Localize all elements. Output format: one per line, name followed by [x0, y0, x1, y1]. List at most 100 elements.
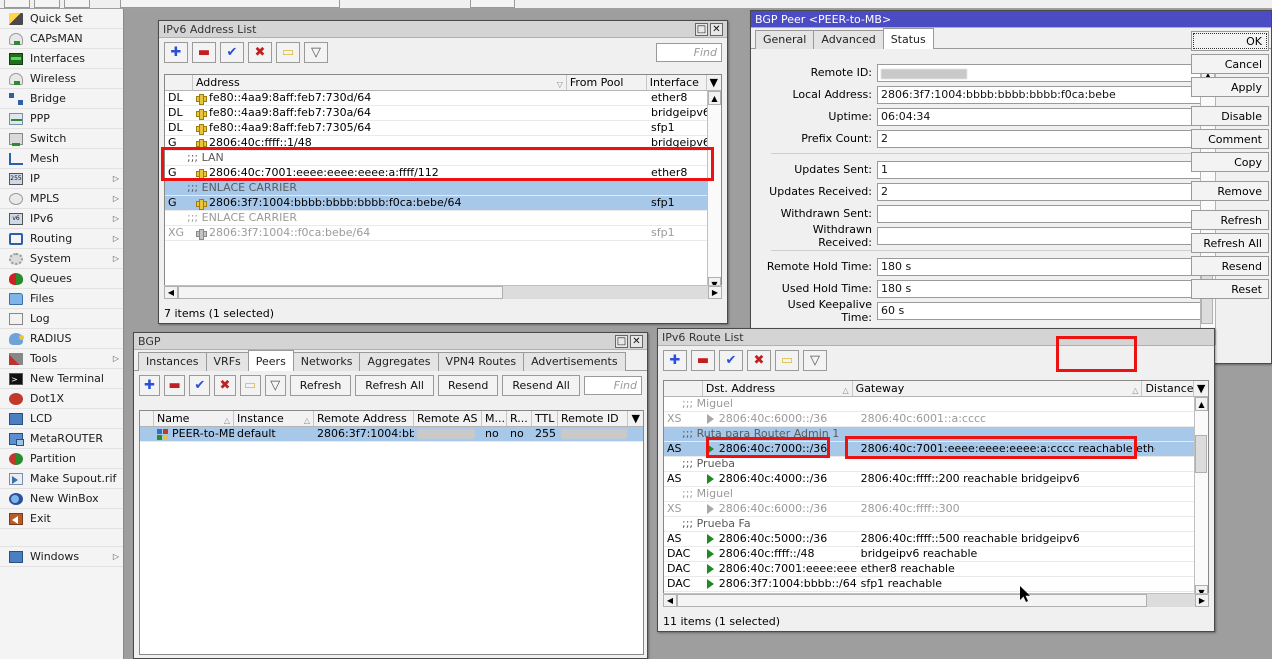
address-list-hscrollbar[interactable]: ◀ ▶: [164, 285, 722, 299]
comment-button[interactable]: ▭: [240, 375, 261, 396]
column-interface[interactable]: Interface: [647, 75, 707, 90]
toolbar-button-2[interactable]: [34, 0, 60, 8]
route-list-table[interactable]: Dst. Address △ Gateway △ Distance ▼ ;;; …: [663, 380, 1209, 600]
refresh-all-button[interactable]: Refresh All: [1191, 233, 1269, 253]
remove-button[interactable]: ▬: [164, 375, 185, 396]
sidebar-item-metarouter[interactable]: MetaROUTER: [0, 429, 123, 449]
table-row[interactable]: G2806:40c:7001:eeee:eeee:eeee:a:ffff/112…: [165, 166, 721, 181]
vscroll-track[interactable]: [1195, 411, 1208, 585]
sidebar-item-wireless[interactable]: Wireless: [0, 69, 123, 89]
refresh-all-button[interactable]: Refresh All: [355, 375, 434, 396]
table-row[interactable]: DLfe80::4aa9:8aff:feb7:7305/64sfp1: [165, 121, 721, 136]
sidebar-item-routing[interactable]: Routing▷: [0, 229, 123, 249]
sidebar-item-mpls[interactable]: MPLS▷: [0, 189, 123, 209]
bgp-window[interactable]: BGP □ ✕ InstancesVRFsPeersNetworksAggreg…: [133, 332, 648, 659]
enable-button[interactable]: ✔: [189, 375, 210, 396]
cancel-button[interactable]: Cancel: [1191, 54, 1269, 74]
table-row[interactable]: ;;; ENLACE CARRIER: [165, 181, 721, 196]
table-row[interactable]: XG2806:3f7:1004::f0ca:bebe/64sfp1: [165, 226, 721, 241]
toolbar-button-4[interactable]: [470, 0, 515, 8]
disable-button[interactable]: ✖: [747, 350, 771, 371]
table-row[interactable]: DAC2806:3f7:1004:bbbb::/64sfp1 reachable: [664, 577, 1208, 592]
column-remote-id[interactable]: Remote ID: [558, 411, 628, 426]
column-distance[interactable]: Distance: [1142, 381, 1193, 396]
disable-button[interactable]: ✖: [214, 375, 235, 396]
scroll-left-icon[interactable]: ◀: [164, 286, 178, 299]
close-icon[interactable]: ✕: [710, 23, 723, 36]
table-row[interactable]: AS2806:40c:5000::/362806:40c:ffff::500 r…: [664, 532, 1208, 547]
table-row[interactable]: ;;; Miguel: [664, 397, 1208, 412]
sidebar-item-switch[interactable]: Switch: [0, 129, 123, 149]
column-menu[interactable]: ▼: [628, 411, 643, 426]
toolbar-button-3[interactable]: [64, 0, 90, 8]
bgp-peers-table[interactable]: Name △ Instance △ Remote Address Remote …: [139, 410, 644, 655]
add-button[interactable]: ✚: [663, 350, 687, 371]
table-row[interactable]: G2806:40c:ffff::1/48bridgeipv6: [165, 136, 721, 151]
bgp-peer-window[interactable]: BGP Peer <PEER-to-MB> GeneralAdvancedSta…: [750, 10, 1272, 364]
refresh-button[interactable]: Refresh: [290, 375, 352, 396]
sidebar-item-ip[interactable]: 255IP▷: [0, 169, 123, 189]
address-list-vscrollbar[interactable]: ▲ ▼: [707, 91, 721, 291]
tab-status[interactable]: Status: [883, 28, 934, 49]
table-row[interactable]: DLfe80::4aa9:8aff:feb7:730a/64bridgeipv6: [165, 106, 721, 121]
table-row[interactable]: ;;; Miguel: [664, 487, 1208, 502]
table-row[interactable]: XS2806:40c:6000::/362806:40c:ffff::300: [664, 502, 1208, 517]
table-row[interactable]: DLfe80::4aa9:8aff:feb7:730d/64ether8: [165, 91, 721, 106]
add-button[interactable]: ✚: [139, 375, 160, 396]
table-row[interactable]: DAC2806:40c:ffff::/48bridgeipv6 reachabl…: [664, 547, 1208, 562]
tab-vrfs[interactable]: VRFs: [206, 352, 249, 371]
table-row[interactable]: AS2806:40c:7000::/362806:40c:7001:eeee:e…: [664, 442, 1208, 457]
find-input[interactable]: Find: [584, 376, 642, 395]
tab-peers[interactable]: Peers: [248, 350, 294, 371]
table-row[interactable]: ;;; Prueba: [664, 457, 1208, 472]
address-list-table[interactable]: Address ▽ From Pool Interface ▼ DLfe80::…: [164, 74, 722, 292]
maximize-icon[interactable]: □: [615, 335, 628, 348]
enable-button[interactable]: ✔: [719, 350, 743, 371]
hscroll-track[interactable]: [178, 286, 708, 299]
copy-button[interactable]: Copy: [1191, 152, 1269, 172]
scroll-right-icon[interactable]: ▶: [708, 286, 722, 299]
resend-button[interactable]: Resend: [1191, 256, 1269, 276]
enable-button[interactable]: ✔: [220, 42, 244, 63]
apply-button[interactable]: Apply: [1191, 77, 1269, 97]
sidebar-item-bridge[interactable]: Bridge: [0, 89, 123, 109]
hscroll-thumb[interactable]: [677, 594, 1147, 607]
ipv6-address-list-window[interactable]: IPv6 Address List □ ✕ ✚ ▬ ✔ ✖ ▭ ▽ Find A…: [158, 20, 728, 324]
table-row[interactable]: ;;; ENLACE CARRIER: [165, 211, 721, 226]
column-flags[interactable]: [140, 411, 154, 426]
sidebar-item-partition[interactable]: Partition: [0, 449, 123, 469]
tab-vpn4-routes[interactable]: VPN4 Routes: [438, 352, 525, 371]
table-row[interactable]: XS2806:40c:6000::/362806:40c:6001::a:ccc…: [664, 412, 1208, 427]
sidebar-item-dot1x[interactable]: Dot1X: [0, 389, 123, 409]
vscroll-thumb[interactable]: [1195, 435, 1207, 473]
column-dst-address[interactable]: Dst. Address △: [703, 381, 853, 396]
sidebar-item-files[interactable]: Files: [0, 289, 123, 309]
reset-button[interactable]: Reset: [1191, 279, 1269, 299]
table-row[interactable]: DAC2806:40c:7001:eeee:eee..ether8 reacha…: [664, 562, 1208, 577]
sidebar-item-exit[interactable]: Exit: [0, 509, 123, 529]
tab-general[interactable]: General: [755, 30, 814, 49]
column-flags[interactable]: [664, 381, 703, 396]
toolbar-address-field[interactable]: [120, 0, 340, 8]
field-value[interactable]: [877, 227, 1207, 245]
table-row[interactable]: AS2806:40c:4000::/362806:40c:ffff::200 r…: [664, 472, 1208, 487]
column-menu[interactable]: ▼: [707, 75, 721, 90]
column-name[interactable]: Name △: [154, 411, 234, 426]
column-flags[interactable]: [165, 75, 193, 90]
disable-button[interactable]: Disable: [1191, 106, 1269, 126]
tab-aggregates[interactable]: Aggregates: [359, 352, 438, 371]
route-list-vscrollbar[interactable]: ▲ ▼: [1194, 397, 1208, 599]
column-ttl[interactable]: TTL: [532, 411, 558, 426]
window-titlebar[interactable]: BGP Peer <PEER-to-MB>: [751, 11, 1271, 28]
sidebar-item-system[interactable]: System▷: [0, 249, 123, 269]
add-button[interactable]: ✚: [164, 42, 188, 63]
sidebar-item-tools[interactable]: Tools▷: [0, 349, 123, 369]
field-value[interactable]: [877, 205, 1207, 223]
scroll-right-icon[interactable]: ▶: [1195, 594, 1209, 607]
table-row[interactable]: ;;; Prueba Fa: [664, 517, 1208, 532]
tab-instances[interactable]: Instances: [138, 352, 207, 371]
toolbar-button-1[interactable]: [4, 0, 30, 8]
column-instance[interactable]: Instance △: [234, 411, 314, 426]
maximize-icon[interactable]: □: [695, 23, 708, 36]
field-value[interactable]: 06:04:34: [877, 108, 1207, 126]
